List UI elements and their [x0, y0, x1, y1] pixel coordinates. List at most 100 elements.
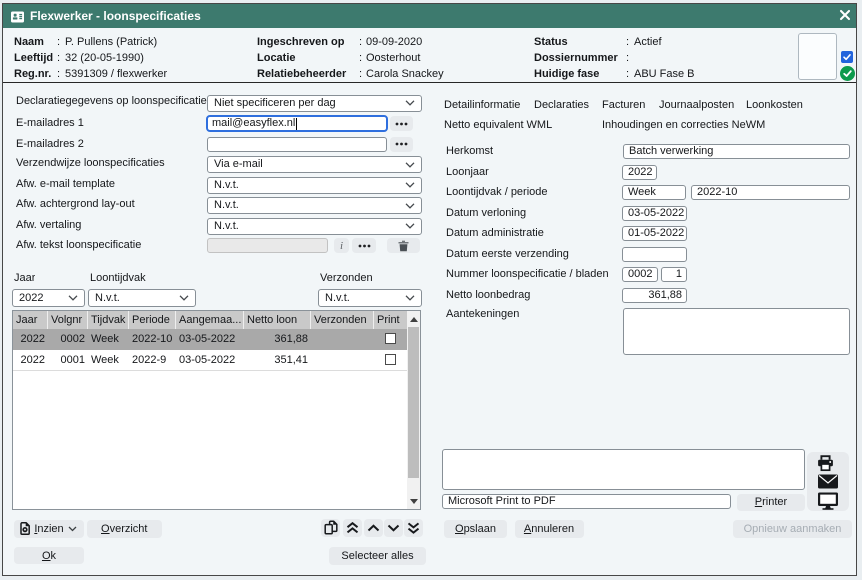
- tab-loonkosten[interactable]: Loonkosten: [746, 97, 810, 113]
- loontijdvak-periode-label: Loontijdvak / periode: [446, 186, 548, 198]
- loonjaar-input[interactable]: 2022: [622, 165, 657, 180]
- datum-administratie-input[interactable]: 01-05-2022: [622, 226, 687, 241]
- printer-button[interactable]: Printer: [737, 494, 805, 511]
- col-header-jaar[interactable]: Jaar: [13, 311, 48, 329]
- tab-declaraties[interactable]: Declaraties: [534, 97, 598, 113]
- email2-more-button[interactable]: [390, 137, 413, 152]
- tekst-info-button[interactable]: i: [334, 238, 349, 253]
- cell-aangemaakt: 03-05-2022: [176, 350, 244, 371]
- cell-periode: 2022-9: [129, 350, 176, 371]
- datum-verloning-input[interactable]: 03-05-2022: [622, 206, 687, 221]
- col-header-aangemaakt[interactable]: Aangemaa...: [176, 311, 244, 329]
- inzien-button[interactable]: Inzien: [14, 520, 84, 539]
- table-scrollbar[interactable]: [407, 311, 420, 509]
- email-output-button[interactable]: [817, 474, 839, 489]
- vertaling-select[interactable]: N.v.t.: [207, 218, 422, 235]
- move-up-button[interactable]: [364, 519, 383, 537]
- double-chevron-down-icon: [407, 522, 420, 534]
- table-row[interactable]: 2022 0001 Week 2022-9 03-05-2022 351,41: [13, 350, 407, 371]
- tab-facturen[interactable]: Facturen: [602, 97, 656, 113]
- datum-eerste-verzending-input[interactable]: [622, 247, 687, 262]
- print-checkbox[interactable]: [385, 333, 396, 344]
- copy-icon: [324, 520, 338, 535]
- cell-netto-loon: 351,41: [244, 350, 311, 371]
- verzonden-filter-label: Verzonden: [320, 272, 373, 284]
- netto-loonbedrag-input[interactable]: 361,88: [622, 288, 687, 303]
- cell-verzonden: [311, 329, 374, 350]
- table-row-selected[interactable]: 2022 0002 Week 2022-10 03-05-2022 361,88: [13, 329, 407, 350]
- envelope-icon: [817, 474, 839, 489]
- copy-button[interactable]: [321, 519, 340, 537]
- chevron-down-icon: [405, 295, 415, 301]
- tab-inhoudingen-correcties[interactable]: Inhoudingen en correcties NeWML: [602, 117, 765, 133]
- printer-name-input[interactable]: Microsoft Print to PDF: [442, 494, 731, 509]
- aantekeningen-textarea[interactable]: [623, 308, 850, 355]
- ellipsis-icon: [358, 244, 371, 248]
- aantekeningen-label: Aantekeningen: [446, 308, 519, 320]
- email2-input[interactable]: [207, 137, 387, 152]
- ok-button[interactable]: Ok: [14, 547, 84, 564]
- email1-more-button[interactable]: [390, 116, 413, 131]
- print-checkbox[interactable]: [385, 354, 396, 365]
- tekst-delete-button[interactable]: [387, 238, 420, 253]
- vertaling-label: Afw. vertaling: [16, 219, 206, 231]
- status-checkbox[interactable]: [841, 51, 853, 63]
- move-last-button[interactable]: [404, 519, 423, 537]
- overzicht-button[interactable]: Overzicht: [87, 520, 163, 539]
- ellipsis-icon: [395, 142, 408, 146]
- chevron-down-icon: [405, 203, 415, 209]
- move-down-button[interactable]: [384, 519, 403, 537]
- layout-label: Afw. achtergrond lay-out: [16, 198, 206, 210]
- screen-output-button[interactable]: [817, 492, 839, 510]
- scroll-up-icon[interactable]: [410, 317, 418, 322]
- inzien-label: Inzien: [34, 523, 63, 535]
- annuleren-button[interactable]: Annuleren: [515, 520, 584, 538]
- verzendwijze-label: Verzendwijze loonspecificaties: [16, 157, 206, 169]
- chevron-down-icon: [405, 100, 415, 106]
- printer-icon: [817, 455, 834, 472]
- scroll-down-icon[interactable]: [410, 499, 418, 504]
- tekst-input-disabled: [207, 238, 328, 253]
- col-header-volgnr[interactable]: Volgnr: [48, 311, 88, 329]
- tekst-more-button[interactable]: [352, 238, 376, 253]
- close-icon[interactable]: [836, 6, 854, 24]
- email1-input[interactable]: mail@easyflex.nl: [206, 115, 388, 132]
- tab-netto-equivalent-wml[interactable]: Netto equivalent WML: [444, 117, 594, 133]
- tab-detailinformatie[interactable]: Detailinformatie: [444, 97, 521, 113]
- nummer-input[interactable]: 0002: [622, 267, 658, 282]
- layout-select[interactable]: N.v.t.: [207, 197, 422, 214]
- verzendwijze-select[interactable]: Via e-mail: [207, 156, 422, 173]
- flexwerker-card-icon: [11, 11, 24, 23]
- col-header-periode[interactable]: Periode: [129, 311, 176, 329]
- ellipsis-icon: [395, 122, 408, 126]
- cell-volgnr: 0001: [48, 350, 88, 371]
- selecteer-alles-button[interactable]: Selecteer alles: [329, 547, 426, 566]
- scrollbar-thumb[interactable]: [408, 327, 419, 478]
- tab-journaalposten[interactable]: Journaalposten: [659, 97, 743, 113]
- col-header-tijdvak[interactable]: Tijdvak: [88, 311, 129, 329]
- loontijdvak-filter-select[interactable]: N.v.t.: [88, 289, 196, 307]
- bladen-input[interactable]: 1: [661, 267, 687, 282]
- cell-tijdvak: Week: [88, 329, 129, 350]
- print-output-button[interactable]: [817, 455, 839, 472]
- opnieuw-aanmaken-button[interactable]: Opnieuw aanmaken: [733, 520, 852, 538]
- loonjaar-label: Loonjaar: [446, 166, 489, 178]
- col-header-netto-loon[interactable]: Netto loon: [244, 311, 311, 329]
- declaratie-select[interactable]: Niet specificeren per dag: [207, 95, 422, 112]
- print-status-box[interactable]: [442, 449, 805, 490]
- col-header-print[interactable]: Print: [374, 311, 407, 329]
- template-select[interactable]: N.v.t.: [207, 177, 422, 194]
- opslaan-button[interactable]: Opslaan: [444, 520, 507, 538]
- verzonden-filter-select[interactable]: N.v.t.: [318, 289, 422, 307]
- move-first-button[interactable]: [343, 519, 362, 537]
- loontijdvak-input[interactable]: Week: [622, 185, 686, 200]
- email2-label: E-mailadres 2: [16, 138, 206, 150]
- cell-jaar: 2022: [13, 350, 48, 371]
- jaar-filter-label: Jaar: [14, 272, 35, 284]
- jaar-filter-select[interactable]: 2022: [12, 289, 85, 307]
- monitor-icon: [817, 492, 839, 510]
- cell-jaar: 2022: [13, 329, 48, 350]
- col-header-verzonden[interactable]: Verzonden: [311, 311, 374, 329]
- herkomst-input[interactable]: Batch verwerking: [623, 144, 850, 159]
- periode-input[interactable]: 2022-10: [691, 185, 850, 200]
